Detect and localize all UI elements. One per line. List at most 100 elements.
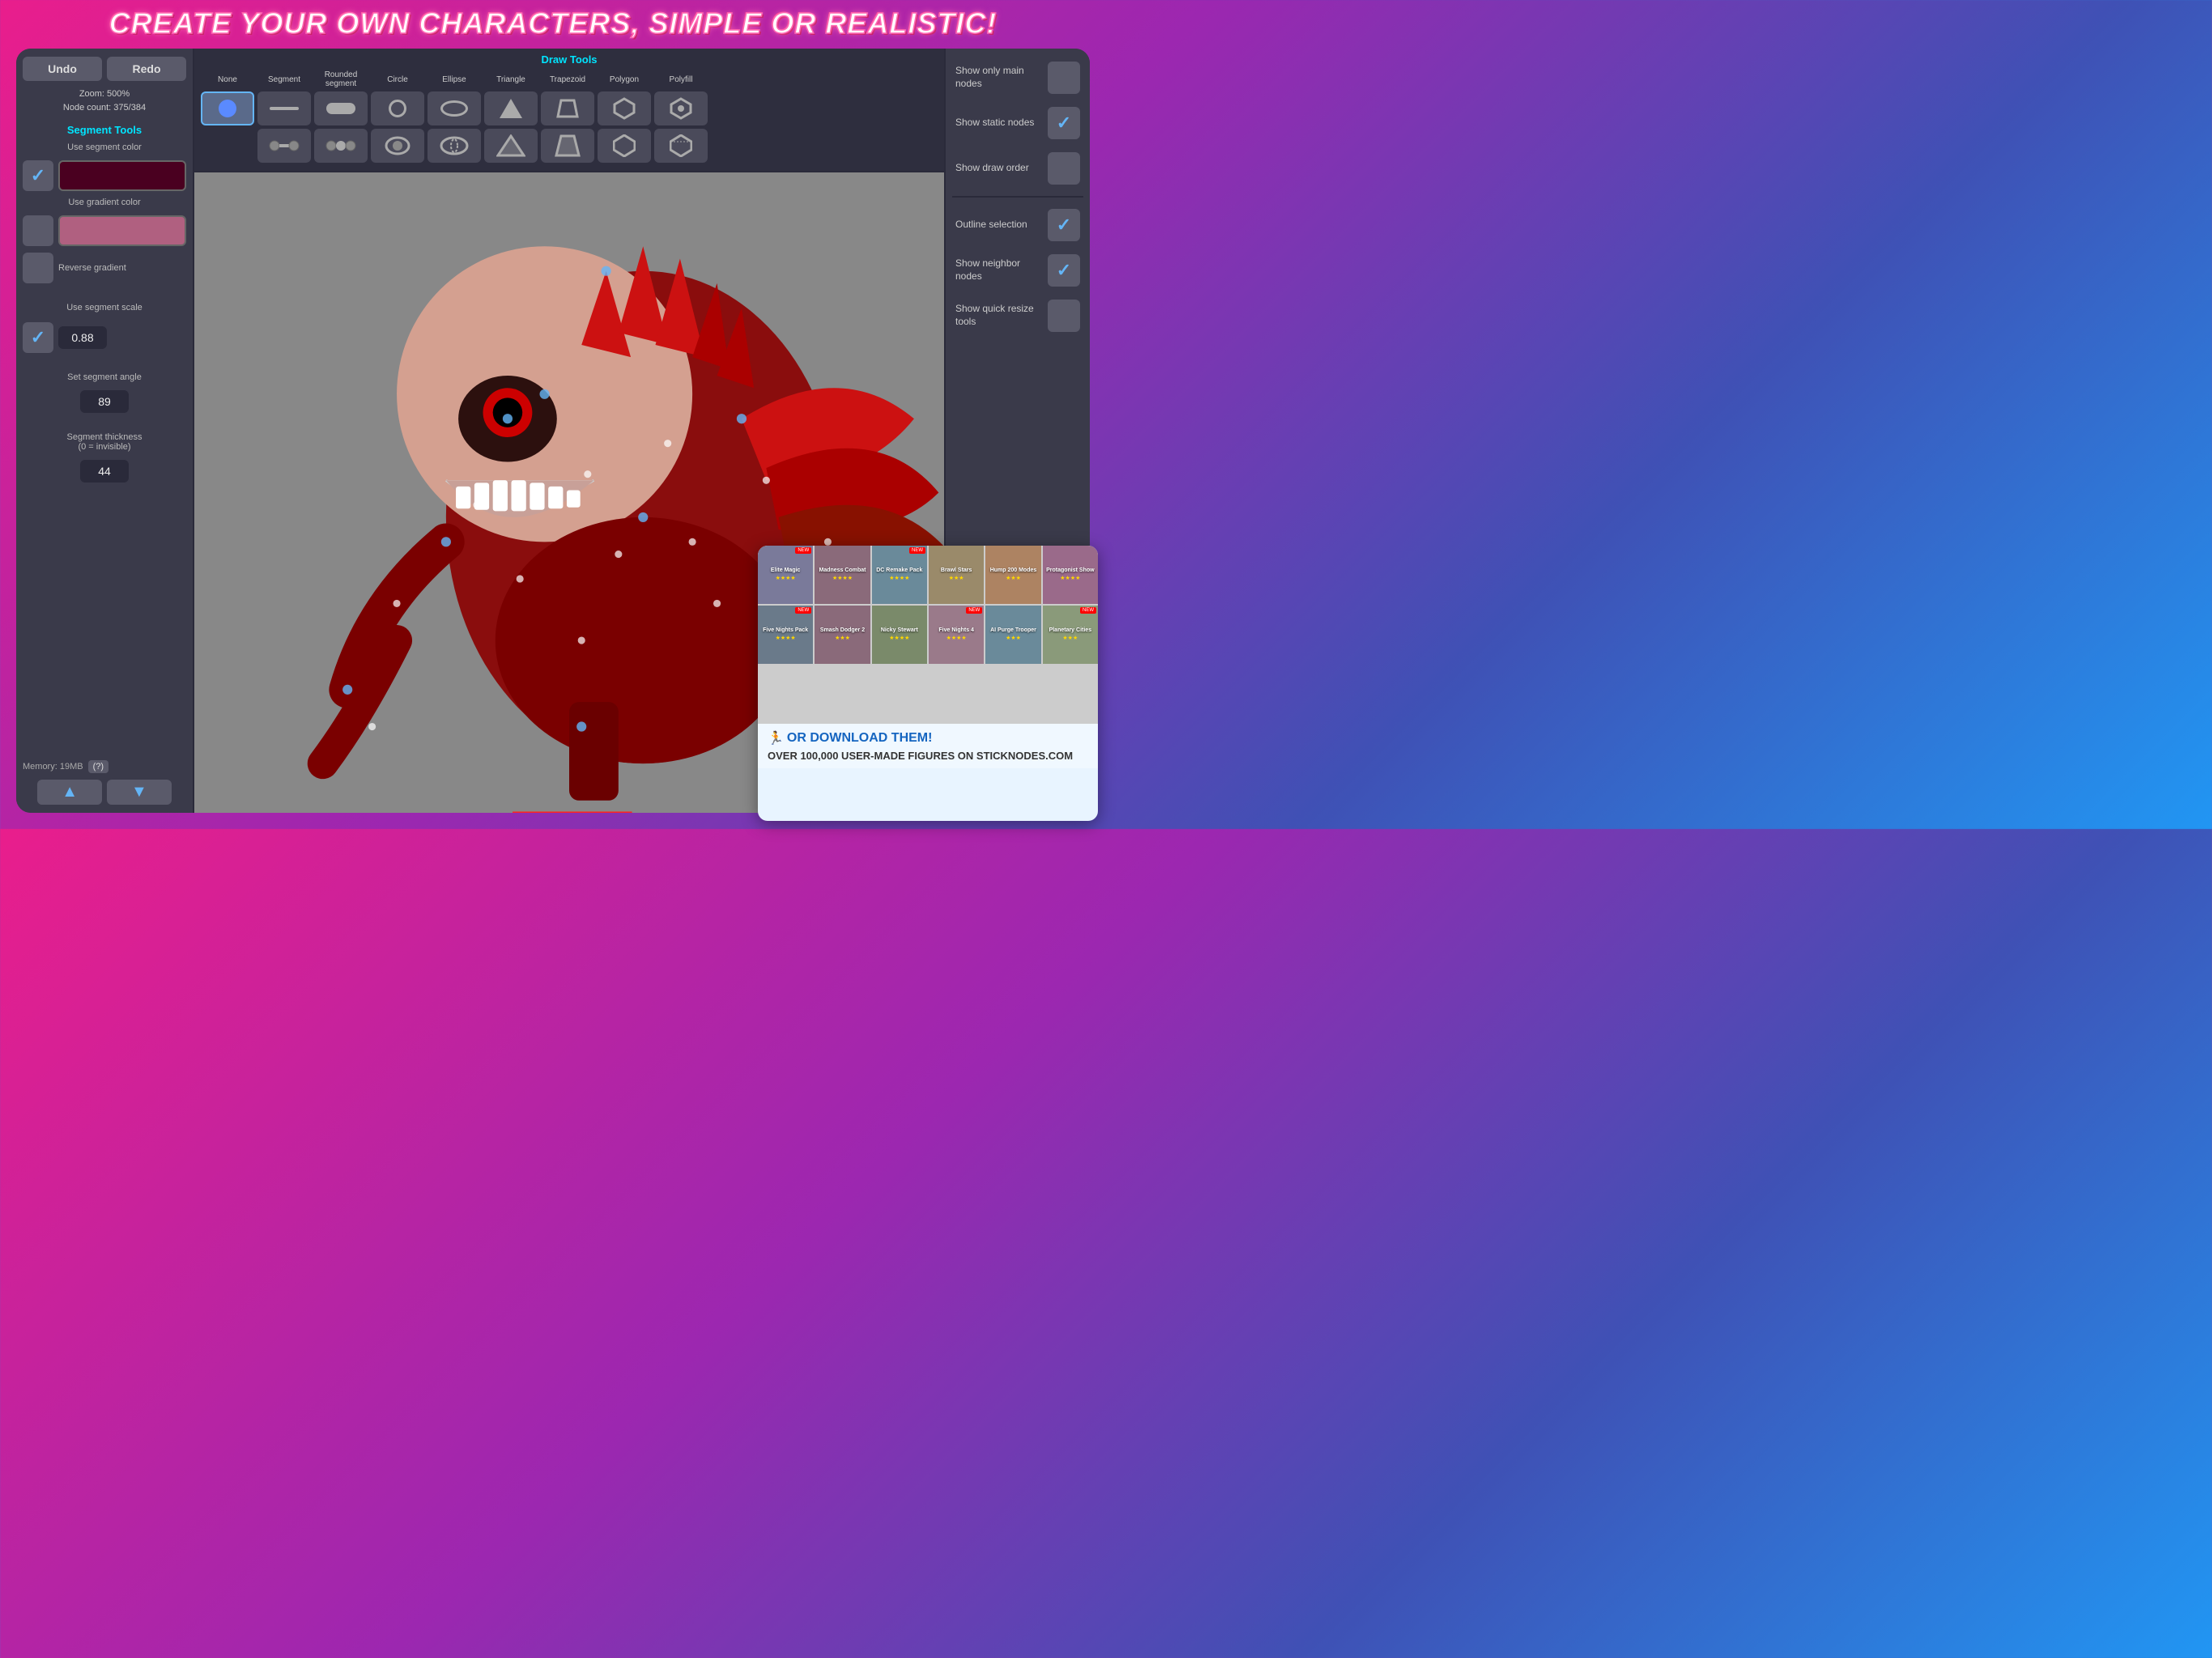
tool-btn-polyfill[interactable]: [654, 91, 708, 125]
popup-thumb-2: Madness Combat ★★★★: [815, 546, 870, 604]
tool-btn-rounded-alt[interactable]: [314, 129, 368, 163]
tool-btn-polygon[interactable]: [598, 91, 651, 125]
memory-row: Memory: 19MB (?): [23, 760, 186, 773]
popup-download-title: 🏃 OR DOWNLOAD THEM!: [768, 730, 1088, 746]
zoom-text: Zoom: 500%: [23, 87, 186, 101]
draw-order-label: Show draw order: [955, 162, 1043, 175]
segment-scale-check[interactable]: [23, 322, 53, 353]
quick-resize-label: Show quick resize tools: [955, 303, 1043, 328]
redo-button[interactable]: Redo: [107, 57, 186, 81]
segment-scale-label: Use segment scale: [23, 303, 186, 312]
memory-text: Memory: 19MB: [23, 762, 83, 772]
draw-tools-title: Draw Tools: [201, 53, 938, 66]
tool-btn-rounded-segment[interactable]: [314, 91, 368, 125]
popup-thumbnail-grid: Elite Magic ★★★★ NEW Madness Combat ★★★★…: [758, 546, 1098, 724]
gradient-color-check[interactable]: [23, 215, 53, 246]
tool-label-rounded: Rounded segment: [314, 70, 368, 88]
segment-scale-value[interactable]: 0.88: [58, 326, 107, 349]
tool-btn-polygon-alt[interactable]: [598, 129, 651, 163]
outline-selection-toggle[interactable]: [1048, 209, 1080, 241]
popup-thumb-8: Smash Dodger 2 ★★★: [815, 606, 870, 664]
segment-scale-field: 0.88: [23, 322, 186, 353]
popup-bottom: 🏃 OR DOWNLOAD THEM! OVER 100,000 USER-MA…: [758, 724, 1098, 768]
draw-tools-bar: Draw Tools None Segment Rounded segment …: [194, 49, 944, 172]
popup-thumb-3: DC Remake Pack ★★★★ NEW: [872, 546, 927, 604]
tool-label-triangle: Triangle: [484, 75, 538, 84]
quick-resize-toggle[interactable]: [1048, 300, 1080, 332]
toggle-neighbor-nodes: Show neighbor nodes: [952, 249, 1083, 291]
banner-title: CREATE YOUR OWN CHARACTERS, SIMPLE OR RE…: [0, 6, 1106, 40]
tool-btn-trapezoid[interactable]: [541, 91, 594, 125]
zoom-info: Zoom: 500% Node count: 375/384: [23, 87, 186, 114]
tool-label-none: None: [201, 75, 254, 84]
reverse-gradient-row: Reverse gradient: [23, 253, 186, 283]
memory-help-button[interactable]: (?): [88, 760, 108, 773]
main-nodes-label: Show only main nodes: [955, 65, 1043, 90]
popup-thumb-4: Brawl Stars ★★★: [929, 546, 984, 604]
segment-thickness-value[interactable]: 44: [80, 460, 129, 483]
toggle-main-nodes: Show only main nodes: [952, 57, 1083, 99]
undo-button[interactable]: Undo: [23, 57, 102, 81]
popup-thumb-12: Planetary Cities ★★★ NEW: [1043, 606, 1098, 664]
tool-label-circle: Circle: [371, 75, 424, 84]
neighbor-nodes-toggle[interactable]: [1048, 254, 1080, 287]
tool-btn-circle-alt[interactable]: [371, 129, 424, 163]
popup-thumb-11: AI Purge Trooper ★★★: [985, 606, 1040, 664]
gradient-color-row: [23, 215, 186, 246]
tool-label-segment: Segment: [257, 75, 311, 84]
static-nodes-label: Show static nodes: [955, 117, 1043, 130]
main-nodes-toggle[interactable]: [1048, 62, 1080, 94]
tool-btn-segment-alt[interactable]: [257, 129, 311, 163]
tool-btn-segment[interactable]: [257, 91, 311, 125]
tool-btn-polyfill-alt[interactable]: [654, 129, 708, 163]
toggle-static-nodes: Show static nodes: [952, 102, 1083, 144]
tool-btn-triangle-alt[interactable]: [484, 129, 538, 163]
popup-thumb-10: Five Nights 4 ★★★★ NEW: [929, 606, 984, 664]
tools-labels-row: None Segment Rounded segment Circle Elli…: [201, 70, 938, 88]
tools-buttons-row1: [201, 91, 938, 125]
tool-btn-triangle[interactable]: [484, 91, 538, 125]
segment-color-check[interactable]: [23, 160, 53, 191]
segment-thickness-label: Segment thickness (0 = invisible): [23, 432, 186, 452]
tool-btn-ellipse-alt[interactable]: [428, 129, 481, 163]
popup-download-text: OR DOWNLOAD THEM!: [787, 731, 933, 746]
popup-thumb-5: Hump 200 Modes ★★★: [985, 546, 1040, 604]
tools-buttons-row2: [201, 129, 938, 163]
tool-btn-ellipse[interactable]: [428, 91, 481, 125]
segment-angle-label: Set segment angle: [23, 372, 186, 382]
toggle-draw-order: Show draw order: [952, 147, 1083, 189]
gradient-color-label: Use gradient color: [23, 198, 186, 207]
toggle-outline-selection: Outline selection: [952, 204, 1083, 246]
right-panel-divider: [952, 196, 1083, 198]
arrow-down-button[interactable]: ▼: [107, 780, 172, 805]
segment-tools-title: Segment Tools: [23, 124, 186, 136]
left-panel: Undo Redo Zoom: 500% Node count: 375/384…: [16, 49, 194, 813]
tool-label-ellipse: Ellipse: [428, 75, 481, 84]
reverse-gradient-check[interactable]: [23, 253, 53, 283]
draw-order-toggle[interactable]: [1048, 152, 1080, 185]
tool-label-polyfill: Polyfill: [654, 75, 708, 84]
segment-color-swatch[interactable]: [58, 160, 186, 191]
banner: CREATE YOUR OWN CHARACTERS, SIMPLE OR RE…: [0, 0, 1106, 45]
arrow-up-button[interactable]: ▲: [37, 780, 102, 805]
segment-angle-value[interactable]: 89: [80, 390, 129, 413]
tool-btn-trapezoid-alt[interactable]: [541, 129, 594, 163]
reverse-gradient-label: Reverse gradient: [58, 263, 126, 273]
popup-thumb-9: Nicky Stewart ★★★★: [872, 606, 927, 664]
undo-redo-row: Undo Redo: [23, 57, 186, 81]
tool-label-trapezoid: Trapezoid: [541, 75, 594, 84]
overlay-popup: Elite Magic ★★★★ NEW Madness Combat ★★★★…: [758, 546, 1098, 821]
node-count-text: Node count: 375/384: [23, 101, 186, 115]
popup-thumb-1: Elite Magic ★★★★ NEW: [758, 546, 813, 604]
popup-description: OVER 100,000 USER-MADE FIGURES ON STICKN…: [768, 750, 1088, 762]
arrow-buttons: ▲ ▼: [23, 780, 186, 805]
static-nodes-toggle[interactable]: [1048, 107, 1080, 139]
popup-thumb-7: Five Nights Pack ★★★★ NEW: [758, 606, 813, 664]
neighbor-nodes-label: Show neighbor nodes: [955, 257, 1043, 283]
gradient-color-swatch[interactable]: [58, 215, 186, 246]
tool-btn-none[interactable]: [201, 91, 254, 125]
segment-color-row: [23, 160, 186, 191]
tool-label-polygon: Polygon: [598, 75, 651, 84]
popup-thumb-6: Protagonist Show ★★★★: [1043, 546, 1098, 604]
tool-btn-circle[interactable]: [371, 91, 424, 125]
